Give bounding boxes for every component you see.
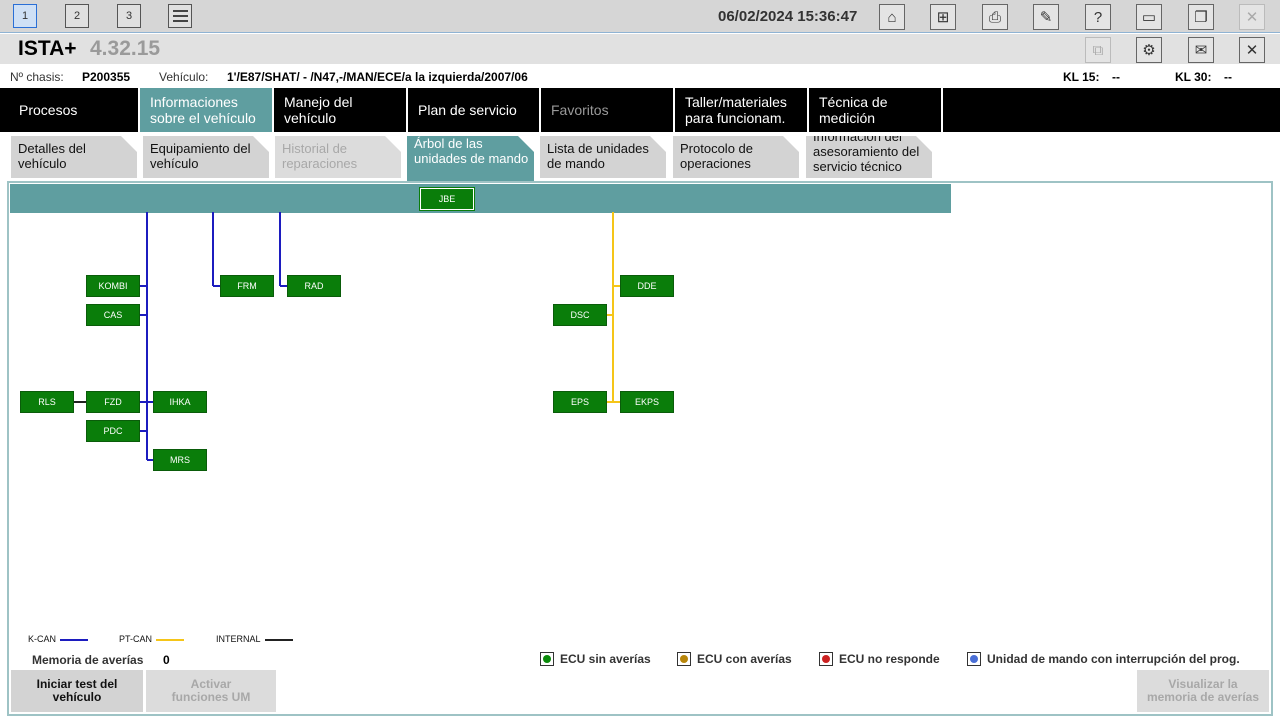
fault-memory-label: Memoria de averías <box>32 653 144 667</box>
ecu-pdc[interactable]: PDC <box>86 420 140 442</box>
status-no-response-icon <box>819 652 833 666</box>
ecu-dde[interactable]: DDE <box>620 275 674 297</box>
activate-functions-label: Activar funciones UM <box>171 677 251 704</box>
ecu-ekps[interactable]: EKPS <box>620 391 674 413</box>
fault-memory-count: 0 <box>163 653 170 667</box>
bus-lines <box>74 212 620 461</box>
status-ok-label: ECU sin averías <box>560 652 651 666</box>
status-fault-label: ECU con averías <box>697 652 792 666</box>
ecu-fzd[interactable]: FZD <box>86 391 140 413</box>
ecu-mrs[interactable]: MRS <box>153 449 207 471</box>
status-ok-icon <box>540 652 554 666</box>
legend-ptcan: PT-CAN <box>119 634 185 644</box>
ecu-rls[interactable]: RLS <box>20 391 74 413</box>
status-interrupted: Unidad de mando con interrupción del pro… <box>967 652 1240 666</box>
status-fault-icon <box>677 652 691 666</box>
legend-internal: INTERNAL <box>216 634 293 644</box>
legend-ptcan-label: PT-CAN <box>119 634 153 644</box>
legend-kcan: K-CAN <box>28 634 89 644</box>
ecu-kombi[interactable]: KOMBI <box>86 275 140 297</box>
status-no-response: ECU no responde <box>819 652 940 666</box>
status-interrupted-label: Unidad de mando con interrupción del pro… <box>987 652 1240 666</box>
ecu-jbe[interactable]: JBE <box>419 187 475 211</box>
ecu-cas[interactable]: CAS <box>86 304 140 326</box>
legend-internal-label: INTERNAL <box>216 634 261 644</box>
ecu-ihka[interactable]: IHKA <box>153 391 207 413</box>
view-fault-memory-label: Visualizar la memoria de averías <box>1146 677 1260 704</box>
ecu-dsc[interactable]: DSC <box>553 304 607 326</box>
status-fault: ECU con averías <box>677 652 792 666</box>
status-ok: ECU sin averías <box>540 652 651 666</box>
start-vehicle-test-button[interactable]: Iniciar test del vehículo <box>11 670 143 712</box>
start-vehicle-test-label: Iniciar test del vehículo <box>36 677 118 704</box>
status-interrupted-icon <box>967 652 981 666</box>
ecu-rad[interactable]: RAD <box>287 275 341 297</box>
ecu-eps[interactable]: EPS <box>553 391 607 413</box>
ecu-frm[interactable]: FRM <box>220 275 274 297</box>
legend-kcan-label: K-CAN <box>28 634 57 644</box>
view-fault-memory-button[interactable]: Visualizar la memoria de averías <box>1137 670 1269 712</box>
activate-functions-button[interactable]: Activar funciones UM <box>146 670 276 712</box>
status-no-response-label: ECU no responde <box>839 652 940 666</box>
